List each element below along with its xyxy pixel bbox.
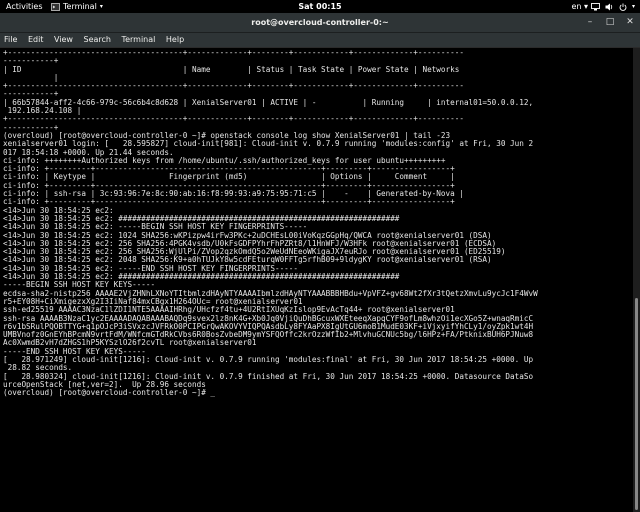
menu-terminal[interactable]: Terminal (122, 35, 156, 44)
menu-edit[interactable]: Edit (28, 35, 44, 44)
menu-bar: File Edit View Search Terminal Help (0, 33, 640, 47)
terminal-line: +--------------------------------------+… (3, 114, 464, 124)
terminal-line: +--------------------------------------+… (3, 81, 464, 91)
power-icon (619, 3, 627, 11)
input-language[interactable]: en ▾ (571, 0, 588, 13)
scrollbar-thumb[interactable] (635, 298, 638, 510)
terminal-line: +--------------------------------------+… (3, 48, 464, 57)
terminal-line: | ID | Name | Status | Task State | Powe… (3, 64, 460, 74)
window-title: root@overcloud-controller-0:~ (251, 18, 389, 27)
terminal-text: +--------------------------------------+… (0, 48, 633, 397)
volume-icon (605, 3, 613, 10)
terminal-line: (overcloud) [root@overcloud-controller-0… (3, 388, 216, 398)
minimize-button[interactable]: – (584, 16, 596, 28)
clock[interactable]: Sat 00:15 (0, 0, 640, 13)
menu-file[interactable]: File (4, 35, 17, 44)
menu-view[interactable]: View (54, 35, 73, 44)
terminal-window: root@overcloud-controller-0:~ – □ ✕ File… (0, 13, 640, 512)
menu-help[interactable]: Help (166, 35, 184, 44)
terminal-output[interactable]: +--------------------------------------+… (0, 48, 633, 512)
chevron-down-icon: ▾ (631, 3, 635, 10)
menu-search[interactable]: Search (84, 35, 111, 44)
maximize-button[interactable]: □ (604, 16, 616, 28)
top-bar: Activities Terminal ▾ Sat 00:15 en ▾ ▾ (0, 0, 640, 13)
close-button[interactable]: ✕ (624, 16, 636, 28)
scrollbar[interactable] (633, 48, 640, 512)
terminal-line: | 66b57844-aff2-4c66-979c-56c6b4c8d628 |… (3, 97, 534, 107)
network-icon (591, 2, 600, 10)
terminal-line: [ 28.971249] cloud-init[1216]: Cloud-ini… (3, 354, 534, 364)
title-bar[interactable]: root@overcloud-controller-0:~ – □ ✕ (0, 13, 640, 33)
system-menu[interactable]: ▾ (591, 0, 635, 13)
